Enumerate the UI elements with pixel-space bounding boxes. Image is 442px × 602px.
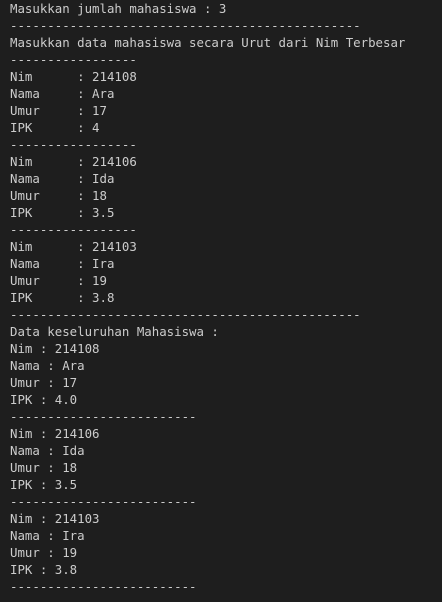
- terminal-line: ----------------------------------------…: [10, 18, 361, 33]
- terminal-line: -------------------------: [10, 409, 197, 424]
- terminal-line: Nama : Ara: [10, 358, 85, 373]
- terminal-line: Nama : Ida: [10, 171, 115, 186]
- terminal-line: Umur : 18: [10, 188, 107, 203]
- terminal-line: IPK : 3.8: [10, 562, 78, 577]
- terminal-line: Umur : 19: [10, 273, 107, 288]
- terminal-line: -----------------: [10, 52, 137, 67]
- terminal-line: IPK : 4.0: [10, 392, 78, 407]
- terminal-line: Masukkan jumlah mahasiswa : 3: [10, 1, 227, 16]
- terminal-line: Nama : Ira: [10, 528, 85, 543]
- terminal-line: IPK : 4: [10, 120, 100, 135]
- terminal-line: Nim : 214108: [10, 341, 100, 356]
- terminal-line: -------------------------: [10, 494, 197, 509]
- terminal-line: Nim : 214103: [10, 239, 137, 254]
- terminal-line: Umur : 19: [10, 545, 78, 560]
- terminal-lines: Masukkan jumlah mahasiswa : 3 ----------…: [10, 0, 442, 595]
- terminal-line: Nim : 214106: [10, 154, 137, 169]
- terminal-line: Umur : 18: [10, 460, 78, 475]
- terminal-line: ----------------------------------------…: [10, 307, 361, 322]
- terminal-line: IPK : 3.8: [10, 290, 115, 305]
- terminal-line: IPK : 3.5: [10, 205, 115, 220]
- terminal-line: -----------------: [10, 137, 137, 152]
- terminal-line: Nama : Ira: [10, 256, 115, 271]
- terminal-line: -----------------: [10, 222, 137, 237]
- terminal-line: Umur : 17: [10, 375, 78, 390]
- terminal-line: Nama : Ida: [10, 443, 85, 458]
- terminal-line: -------------------------: [10, 579, 197, 594]
- terminal-line: Nama : Ara: [10, 86, 115, 101]
- terminal-line: Data keseluruhan Mahasiswa :: [10, 324, 219, 339]
- terminal-line: IPK : 3.5: [10, 477, 78, 492]
- terminal-line: Nim : 214103: [10, 511, 100, 526]
- terminal-line: Nim : 214108: [10, 69, 137, 84]
- terminal-line: Nim : 214106: [10, 426, 100, 441]
- terminal-line: Masukkan data mahasiswa secara Urut dari…: [10, 35, 406, 50]
- terminal-output[interactable]: Masukkan jumlah mahasiswa : 3 ----------…: [0, 0, 442, 602]
- terminal-line: Umur : 17: [10, 103, 107, 118]
